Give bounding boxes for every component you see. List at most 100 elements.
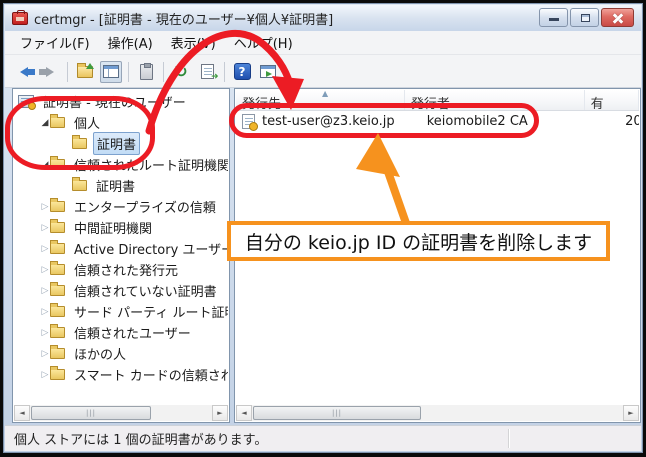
tree-item-label: ほかの人 — [71, 343, 129, 364]
tree-item-label: 証明書 — [93, 132, 140, 155]
tree-item-label: 証明書 — [93, 175, 138, 196]
window-title: certmgr - [証明書 - 現在のユーザー¥個人¥証明書] — [34, 9, 333, 28]
certificate-row[interactable]: test-user@z3.keio.jpkeiomobile2 CA20 — [236, 111, 639, 132]
expand-toggle-icon[interactable]: ▷ — [40, 286, 50, 296]
folder-icon — [50, 369, 65, 380]
tree-horizontal-scrollbar[interactable]: ◄ ||| ► — [14, 405, 228, 421]
expand-toggle-icon[interactable]: ▷ — [40, 328, 50, 338]
expand-toggle-icon[interactable]: ◢ — [40, 118, 50, 128]
expand-toggle-icon[interactable]: ◢ — [40, 160, 50, 170]
menu-item[interactable]: ヘルプ(H) — [225, 31, 302, 54]
properties-icon[interactable] — [135, 61, 157, 83]
tree-item[interactable]: ▷ スマート カードの信頼された — [14, 364, 228, 385]
folder-icon — [50, 201, 65, 212]
column-header-expiry[interactable]: 有 — [585, 90, 639, 110]
menu-item[interactable]: ファイル(F) — [11, 31, 99, 54]
refresh-icon[interactable]: ↻ — [170, 61, 192, 83]
list-header: 発行先▲発行者有 — [236, 90, 639, 111]
folder-icon — [50, 264, 65, 275]
status-bar: 個人 ストアには 1 個の証明書があります。 — [5, 425, 641, 451]
certmgr-app-icon — [12, 12, 28, 25]
certificate-list: test-user@z3.keio.jpkeiomobile2 CA20 — [236, 111, 639, 404]
expand-toggle-icon[interactable]: ▷ — [40, 244, 50, 254]
folder-icon — [50, 285, 65, 296]
scroll-right-icon[interactable]: ► — [212, 405, 228, 421]
scroll-thumb[interactable]: ||| — [253, 406, 421, 420]
certificate-icon — [242, 114, 255, 129]
tree-item[interactable]: 証明書 — [14, 175, 228, 196]
tree-item-label: サード パーティ ルート証明 — [71, 301, 228, 322]
minimize-button[interactable] — [539, 8, 568, 27]
tree-item[interactable]: 証明書 — [14, 133, 228, 154]
expand-toggle-icon[interactable]: ▷ — [40, 307, 50, 317]
restore-button[interactable] — [570, 8, 599, 27]
toolbar-separator — [224, 62, 225, 82]
tree-item-label: スマート カードの信頼された — [71, 364, 228, 385]
tree-item[interactable]: 証明書 - 現在のユーザー — [14, 91, 228, 112]
expand-toggle-icon[interactable]: ▷ — [40, 202, 50, 212]
folder-icon — [50, 222, 65, 233]
column-header-issued-to[interactable]: 発行先▲ — [236, 90, 405, 110]
certificate-tree: 証明書 - 現在のユーザー◢個人証明書◢信頼されたルート証明機関証明書▷エンター… — [14, 91, 228, 404]
folder-icon — [50, 243, 65, 254]
certmgr-window: certmgr - [証明書 - 現在のユーザー¥個人¥証明書] ファイル(F)… — [3, 3, 643, 453]
folder-icon — [50, 159, 65, 170]
tree-item-label: 信頼された発行元 — [71, 259, 181, 280]
status-divider — [508, 429, 509, 448]
tree-item-label: エンタープライズの信頼 — [71, 196, 219, 217]
tree-item[interactable]: ◢信頼されたルート証明機関 — [14, 154, 228, 175]
tree-item[interactable]: ◢ 個人 — [14, 112, 228, 133]
window-chrome: ファイル(F)操作(A)表示(V)ヘルプ(H) ↻? — [5, 31, 641, 88]
expand-toggle-icon[interactable]: ▷ — [40, 265, 50, 275]
folder-icon — [50, 348, 65, 359]
tree-item[interactable]: ▷ ほかの人 — [14, 343, 228, 364]
scroll-right-icon[interactable]: ► — [623, 405, 639, 421]
menu-item[interactable]: 操作(A) — [99, 31, 162, 54]
scroll-thumb[interactable]: ||| — [31, 406, 151, 420]
tree-item[interactable]: ▷ Active Directory ユーザー — [14, 238, 228, 259]
folder-icon — [50, 117, 65, 128]
tree-item[interactable]: ▷ 信頼されたユーザー — [14, 322, 228, 343]
tree-item[interactable]: ▷ 信頼された発行元 — [14, 259, 228, 280]
list-horizontal-scrollbar[interactable]: ◄ ||| ► — [236, 405, 639, 421]
export-list-icon[interactable] — [196, 61, 218, 83]
tree-item-label: 信頼されていない証明書 — [71, 280, 220, 301]
folder-icon — [72, 138, 87, 149]
help-icon[interactable]: ? — [231, 61, 253, 83]
up-one-level-icon[interactable] — [74, 61, 96, 83]
expand-toggle-icon[interactable]: ▷ — [40, 223, 50, 233]
back-icon[interactable] — [13, 61, 35, 83]
expand-toggle-icon[interactable]: ▷ — [40, 370, 50, 380]
cell-issued-to: test-user@z3.keio.jp — [262, 114, 421, 129]
scroll-left-icon[interactable]: ◄ — [14, 405, 30, 421]
tree-item-label: Active Directory ユーザー — [71, 238, 228, 259]
window-controls — [537, 8, 634, 27]
toolbar-separator — [67, 62, 68, 82]
forward-icon[interactable] — [39, 61, 61, 83]
folder-icon — [72, 180, 87, 191]
menu-item[interactable]: 表示(V) — [162, 31, 225, 54]
status-text: 個人 ストアには 1 個の証明書があります。 — [14, 429, 267, 448]
folder-icon — [50, 327, 65, 338]
certificate-list-pane: 発行先▲発行者有 test-user@z3.keio.jpkeiomobile2… — [234, 88, 641, 423]
screenshot-root: certmgr - [証明書 - 現在のユーザー¥個人¥証明書] ファイル(F)… — [0, 0, 646, 457]
toolbar-separator — [128, 62, 129, 82]
close-button[interactable] — [601, 8, 634, 27]
tree-item[interactable]: ▷ 中間証明機関 — [14, 217, 228, 238]
console-tree-pane: 証明書 - 現在のユーザー◢個人証明書◢信頼されたルート証明機関証明書▷エンター… — [12, 88, 230, 423]
tree-item-label: 個人 — [71, 112, 103, 133]
tree-item-label: 中間証明機関 — [71, 217, 155, 238]
toolbar-separator — [163, 62, 164, 82]
tree-item[interactable]: ▷ エンタープライズの信頼 — [14, 196, 228, 217]
menu-bar: ファイル(F)操作(A)表示(V)ヘルプ(H) — [5, 31, 641, 55]
action-pane-icon[interactable] — [257, 61, 279, 83]
tree-item-label: 信頼されたユーザー — [71, 322, 194, 343]
toolbar: ↻? — [5, 56, 641, 87]
tree-item[interactable]: ▷ サード パーティ ルート証明 — [14, 301, 228, 322]
scroll-left-icon[interactable]: ◄ — [236, 405, 252, 421]
expand-toggle-icon[interactable]: ▷ — [40, 349, 50, 359]
column-header-issued-by[interactable]: 発行者 — [405, 90, 585, 110]
console-tree-icon[interactable] — [100, 61, 122, 83]
folder-icon — [50, 306, 65, 317]
tree-item[interactable]: ▷ 信頼されていない証明書 — [14, 280, 228, 301]
